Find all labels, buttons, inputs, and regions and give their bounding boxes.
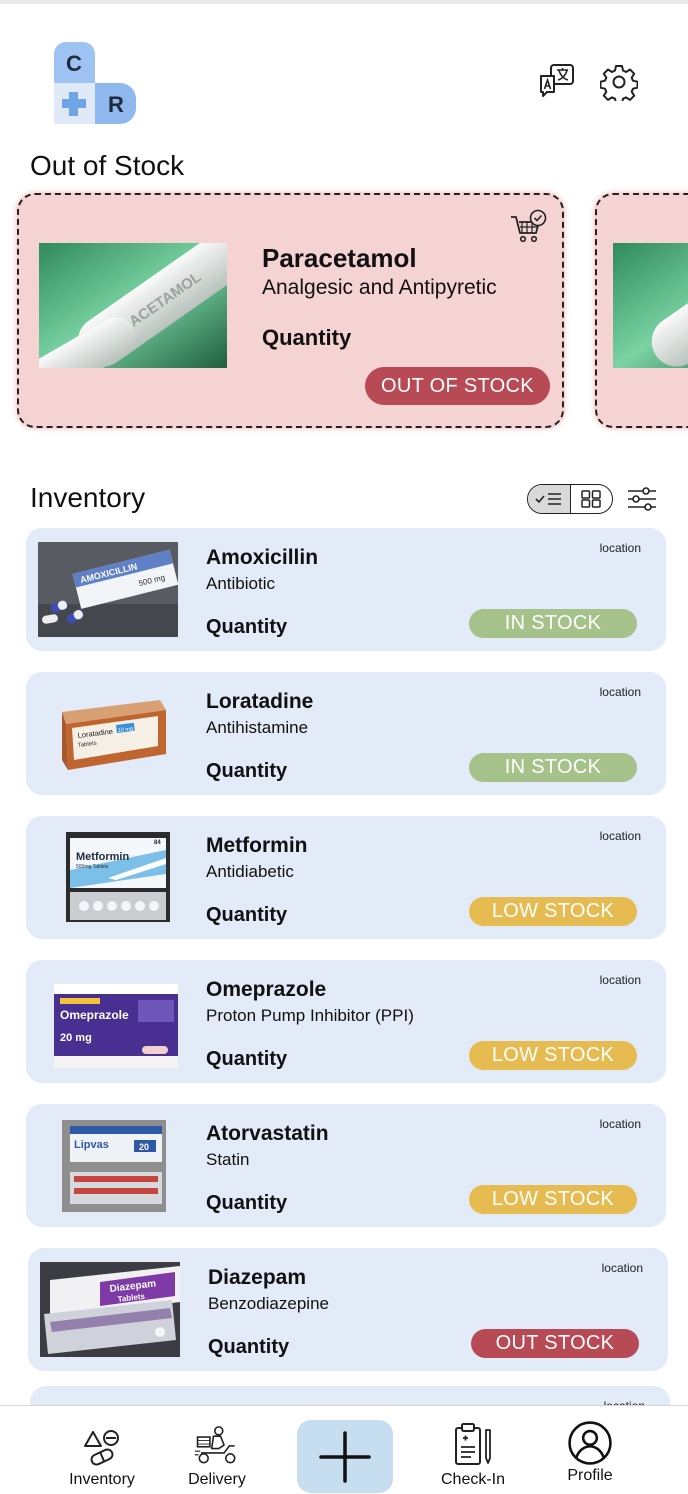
- atorvastatin-image: Lipvas 20: [38, 1118, 178, 1213]
- status-badge: IN STOCK: [469, 753, 637, 782]
- item-name: Amoxicillin: [206, 546, 319, 569]
- nav-label: Profile: [567, 1467, 613, 1484]
- item-category: Statin: [206, 1150, 250, 1169]
- nav-delivery[interactable]: Delivery: [177, 1406, 257, 1494]
- item-quantity-label: Quantity: [208, 1336, 290, 1358]
- out-of-stock-card[interactable]: PARACETAMOL Paracetamol Analgesic and An…: [17, 193, 564, 428]
- status-badge: LOW STOCK: [469, 897, 637, 926]
- inventory-item-diazepam[interactable]: Diazepam Tablets Diazepam Benzodiazepine…: [28, 1248, 668, 1371]
- svg-text:84: 84: [154, 840, 161, 846]
- amoxicillin-image: AMOXICILLIN 500 mg: [38, 542, 178, 637]
- out-of-stock-title: Out of Stock: [30, 150, 185, 181]
- diazepam-image: Diazepam Tablets: [40, 1262, 180, 1357]
- view-toggle[interactable]: [527, 484, 613, 514]
- item-name: Atorvastatin: [206, 1122, 329, 1145]
- item-name: Omeprazole: [206, 978, 327, 1001]
- nav-label: Inventory: [69, 1471, 135, 1488]
- item-quantity-label: Quantity: [206, 1192, 288, 1214]
- oos-product-category: Analgesic and Antipyretic: [262, 276, 497, 299]
- item-name: Metformin: [206, 834, 308, 857]
- item-category: Antibiotic: [206, 574, 275, 593]
- out-of-stock-card-next[interactable]: [595, 193, 688, 428]
- svg-text:500mg Tablets: 500mg Tablets: [76, 864, 109, 870]
- item-location: location: [599, 685, 641, 699]
- item-category: Benzodiazepine: [208, 1294, 329, 1313]
- svg-text:20 mg: 20 mg: [60, 1032, 92, 1044]
- bottom-nav: Inventory Delivery Check-In Profile: [0, 1405, 688, 1494]
- app-screen: C R Out of Stock PARACETAMOL Paracetamol…: [0, 0, 688, 1494]
- grid-icon: [581, 490, 601, 508]
- checklist-icon: [535, 493, 561, 505]
- nav-inventory[interactable]: Inventory: [62, 1406, 142, 1494]
- svg-text:Lipvas: Lipvas: [74, 1139, 109, 1151]
- inventory-item-loratadine[interactable]: Loratadine 10 mg Tablets Loratadine Anti…: [26, 672, 666, 795]
- oos-product-name: Paracetamol: [262, 243, 417, 273]
- nav-label: Check-In: [440, 1471, 506, 1488]
- svg-text:Metformin: Metformin: [76, 851, 129, 863]
- svg-text:20: 20: [139, 1142, 149, 1152]
- item-quantity-label: Quantity: [206, 760, 288, 782]
- pills-icon: [84, 1430, 119, 1466]
- oos-quantity-label: Quantity: [262, 325, 352, 350]
- plus-icon: [319, 1430, 371, 1483]
- item-location: location: [599, 829, 641, 843]
- clipboard-pen-icon: [455, 1423, 491, 1465]
- svg-text:R: R: [108, 92, 124, 117]
- gear-icon: [600, 65, 638, 101]
- grid-view-button[interactable]: [571, 485, 613, 513]
- loratadine-image: Loratadine 10 mg Tablets: [38, 686, 178, 781]
- metformin-image: Metformin 500mg Tablets 84: [38, 830, 178, 925]
- delivery-scooter-icon: [194, 1426, 236, 1464]
- item-quantity-label: Quantity: [206, 1048, 288, 1070]
- inventory-title: Inventory: [30, 482, 146, 513]
- omeprazole-image: Omeprazole 20 mg: [38, 974, 178, 1069]
- status-badge: LOW STOCK: [469, 1041, 637, 1070]
- translate-button[interactable]: [537, 62, 577, 102]
- inventory-item-atorvastatin[interactable]: Lipvas 20 Atorvastatin Statin Quantity l…: [26, 1104, 666, 1227]
- item-category: Antidiabetic: [206, 862, 294, 881]
- nav-check-in[interactable]: Check-In: [433, 1406, 513, 1494]
- inventory-item-omeprazole[interactable]: Omeprazole 20 mg Omeprazole Proton Pump …: [26, 960, 666, 1083]
- paracetamol-image: [613, 243, 688, 368]
- item-name: Loratadine: [206, 690, 314, 713]
- out-of-stock-badge: OUT OF STOCK: [365, 367, 550, 405]
- svg-text:Omeprazole: Omeprazole: [60, 1008, 129, 1022]
- svg-text:C: C: [66, 51, 82, 76]
- paracetamol-image: PARACETAMOL: [39, 243, 227, 368]
- app-logo: C R: [54, 42, 136, 124]
- item-location: location: [599, 541, 641, 555]
- item-location: location: [599, 973, 641, 987]
- status-badge: LOW STOCK: [469, 1185, 637, 1214]
- nav-profile[interactable]: Profile: [550, 1406, 630, 1494]
- status-badge: OUT STOCK: [471, 1329, 639, 1358]
- item-location: location: [599, 1117, 641, 1131]
- item-category: Proton Pump Inhibitor (PPI): [206, 1006, 414, 1025]
- status-badge: IN STOCK: [469, 609, 637, 638]
- item-category: Antihistamine: [206, 718, 309, 737]
- item-quantity-label: Quantity: [206, 616, 288, 638]
- list-view-button[interactable]: [528, 485, 571, 513]
- sliders-icon[interactable]: [626, 484, 658, 514]
- user-circle-icon: [568, 1421, 612, 1465]
- inventory-item-metformin[interactable]: Metformin 500mg Tablets 84 Metformin Ant…: [26, 816, 666, 939]
- nav-label: Delivery: [188, 1471, 246, 1488]
- item-name: Diazepam: [208, 1266, 307, 1289]
- settings-button[interactable]: [599, 62, 639, 102]
- translate-icon: [540, 64, 574, 97]
- cart-check-icon[interactable]: [509, 209, 547, 245]
- item-location: location: [601, 1261, 643, 1275]
- item-quantity-label: Quantity: [206, 904, 288, 926]
- inventory-item-amoxicillin[interactable]: AMOXICILLIN 500 mg Amoxicillin Antibioti…: [26, 528, 666, 651]
- add-button[interactable]: [297, 1420, 393, 1493]
